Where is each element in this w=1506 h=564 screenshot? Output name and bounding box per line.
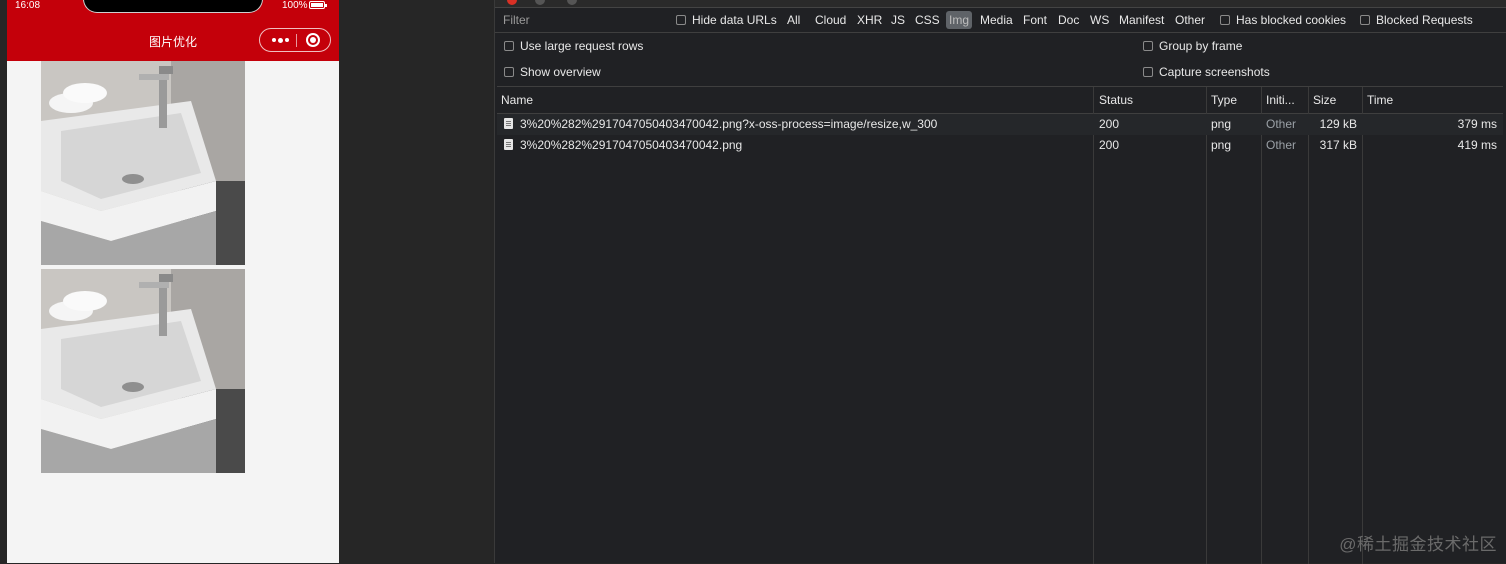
capsule-divider [296, 34, 297, 47]
record-icon[interactable] [507, 0, 517, 5]
sink-image-1[interactable] [41, 61, 245, 265]
request-name-cell[interactable]: 3%20%282%2917047050403470042.png [497, 135, 1093, 156]
request-type: png [1211, 138, 1232, 152]
clear-icon[interactable] [535, 0, 545, 5]
phone-simulator: 16:08 100% 图片优化 [7, 0, 339, 563]
more-icon[interactable] [268, 29, 292, 51]
column-header-type[interactable]: Type [1207, 87, 1262, 113]
phone-notch [83, 0, 263, 13]
image-file-icon [504, 139, 513, 151]
request-name: 3%20%282%2917047050403470042.png?x-oss-p… [520, 117, 938, 131]
request-table: Name Status Type Initi... Size Time 3%20… [497, 86, 1503, 564]
column-divider[interactable] [1308, 87, 1309, 564]
has-blocked-cookies-label: Has blocked cookies [1236, 13, 1347, 27]
status-bar: 16:08 100% [7, 0, 339, 23]
request-status: 200 [1099, 138, 1120, 152]
image-file-icon [504, 118, 513, 130]
has-blocked-cookies-checkbox[interactable]: Has blocked cookies [1220, 12, 1346, 28]
type-filter-img[interactable]: Img [946, 11, 973, 29]
type-filter-ws[interactable]: WS [1090, 12, 1109, 28]
checkbox-icon[interactable] [1360, 14, 1370, 25]
type-filter-media[interactable]: Media [980, 12, 1013, 28]
mini-program-capsule [259, 28, 331, 52]
capture-screenshots-checkbox[interactable]: Capture screenshots [1143, 64, 1270, 80]
checkbox-icon[interactable] [1143, 66, 1153, 77]
sink-image-2[interactable] [41, 269, 245, 473]
table-header: Name Status Type Initi... Size Time [497, 87, 1503, 114]
hide-data-urls-checkbox[interactable]: Hide data URLs [676, 12, 777, 28]
column-divider[interactable] [1261, 87, 1262, 564]
use-large-rows-label: Use large request rows [520, 39, 644, 53]
checkbox-icon[interactable] [1143, 40, 1153, 51]
request-name: 3%20%282%2917047050403470042.png [520, 138, 743, 152]
use-large-rows-checkbox[interactable]: Use large request rows [504, 38, 643, 54]
nav-bar: 图片优化 [7, 23, 339, 61]
checkbox-icon[interactable] [1220, 14, 1230, 25]
request-name-cell[interactable]: 3%20%282%2917047050403470042.png?x-oss-p… [497, 114, 1093, 135]
request-size: 129 kB [1319, 117, 1357, 131]
column-divider[interactable] [1362, 87, 1363, 564]
show-overview-label: Show overview [520, 65, 601, 79]
type-filter-css[interactable]: CSS [915, 12, 940, 28]
filter-icon[interactable] [567, 0, 577, 5]
filter-input[interactable] [497, 10, 667, 30]
show-overview-checkbox[interactable]: Show overview [504, 64, 601, 80]
group-by-frame-label: Group by frame [1159, 39, 1243, 53]
options-row-2: Show overview Capture screenshots [495, 59, 1506, 85]
checkbox-icon[interactable] [504, 66, 514, 77]
column-divider[interactable] [1206, 87, 1207, 564]
watermark: @稀土掘金技术社区 [1339, 535, 1497, 554]
request-type: png [1211, 117, 1232, 131]
type-filter-xhr[interactable]: XHR [857, 12, 882, 28]
type-filter-doc[interactable]: Doc [1058, 12, 1079, 28]
options-row-1: Use large request rows Group by frame [495, 33, 1506, 59]
hide-data-urls-label: Hide data URLs [692, 13, 777, 27]
column-divider[interactable] [1093, 87, 1094, 564]
devtools-network-panel: Hide data URLs All Cloud XHR JS CSS Img … [494, 0, 1506, 564]
blocked-requests-checkbox[interactable]: Blocked Requests [1360, 12, 1473, 28]
column-header-time[interactable]: Time [1363, 87, 1503, 113]
type-filter-other[interactable]: Other [1175, 12, 1205, 28]
battery-icon [309, 1, 327, 9]
column-header-size[interactable]: Size [1309, 87, 1363, 113]
request-initiator: Other [1266, 117, 1297, 131]
filter-row: Hide data URLs All Cloud XHR JS CSS Img … [495, 8, 1506, 33]
type-filter-cloud[interactable]: Cloud [815, 12, 846, 28]
type-filter-all[interactable]: All [787, 12, 800, 28]
devtools-toolbar-strip [495, 0, 1506, 8]
column-header-initiator[interactable]: Initi... [1262, 87, 1309, 113]
close-icon[interactable] [306, 33, 320, 47]
table-row[interactable]: 3%20%282%2917047050403470042.png 200 png… [497, 135, 1503, 156]
checkbox-icon[interactable] [504, 40, 514, 51]
blocked-requests-label: Blocked Requests [1376, 13, 1473, 27]
capture-screenshots-label: Capture screenshots [1159, 65, 1270, 79]
request-time: 419 ms [1457, 138, 1497, 152]
status-battery-percent: 100% [282, 0, 308, 11]
status-time: 16:08 [15, 0, 41, 11]
request-status: 200 [1099, 117, 1120, 131]
type-filter-js[interactable]: JS [891, 12, 905, 28]
table-row[interactable]: 3%20%282%2917047050403470042.png?x-oss-p… [497, 114, 1503, 135]
request-initiator: Other [1266, 138, 1297, 152]
checkbox-icon[interactable] [676, 14, 686, 25]
column-header-status[interactable]: Status [1095, 87, 1207, 113]
request-size: 317 kB [1319, 138, 1357, 152]
type-filter-manifest[interactable]: Manifest [1119, 12, 1164, 28]
type-filter-font[interactable]: Font [1023, 12, 1047, 28]
column-header-name[interactable]: Name [497, 87, 1093, 113]
request-time: 379 ms [1457, 117, 1497, 131]
group-by-frame-checkbox[interactable]: Group by frame [1143, 38, 1242, 54]
